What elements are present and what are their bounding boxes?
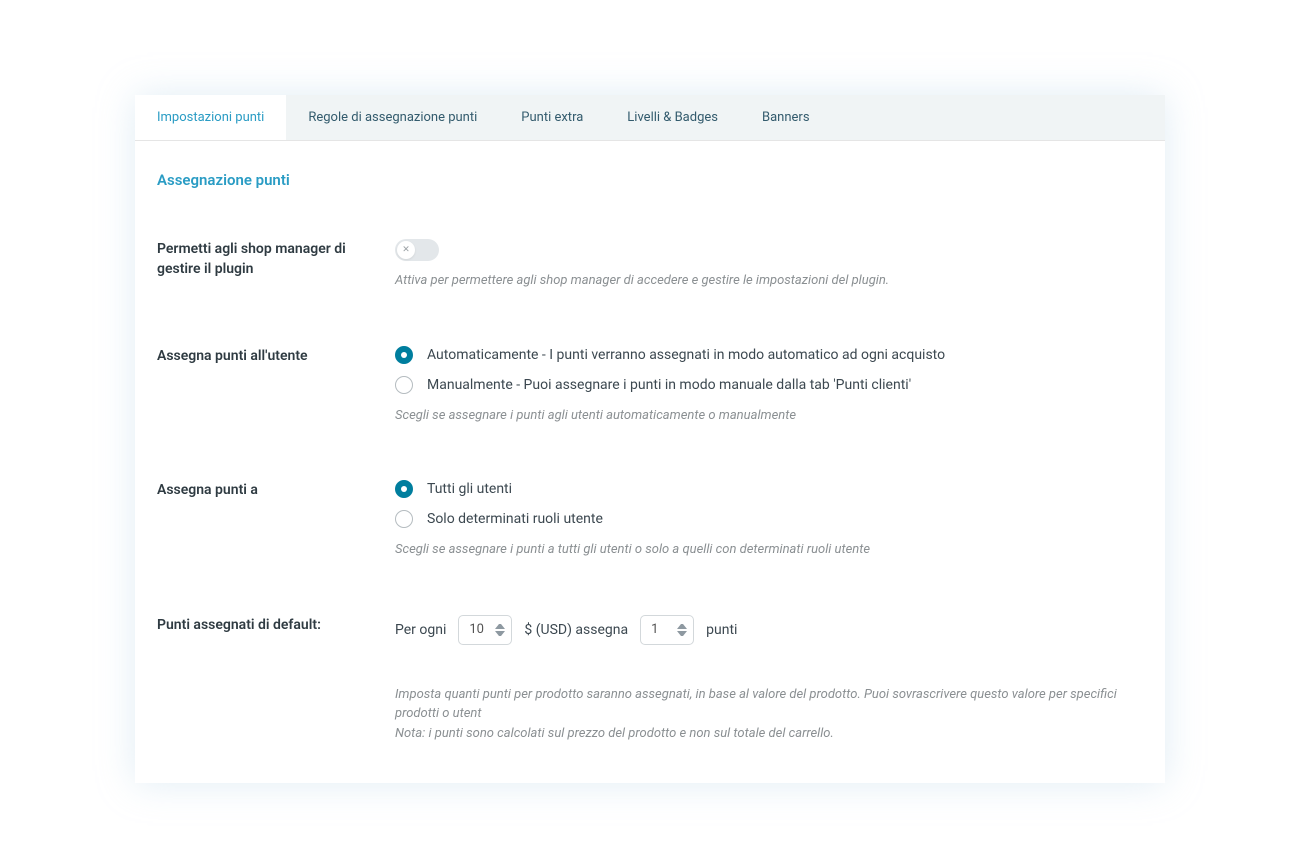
radio-icon — [395, 480, 413, 498]
help-shop-manager: Attiva per permettere agli shop manager … — [395, 271, 1143, 291]
radio-label-manual: Manualmente - Puoi assegnare i punti in … — [427, 377, 911, 393]
field-body-default-points: Per ogni 10 $ (USD) assegna 1 — [395, 615, 1143, 744]
input-points-value: 1 — [651, 622, 658, 637]
radio-icon — [395, 376, 413, 394]
radio-specific-roles[interactable]: Solo determinati ruoli utente — [395, 510, 1143, 528]
tab-banners[interactable]: Banners — [740, 95, 832, 140]
radio-label-all-users: Tutti gli utenti — [427, 481, 512, 497]
settings-panel: Impostazioni punti Regole di assegnazion… — [135, 95, 1165, 783]
field-assign-to: Assegna punti a Tutti gli utenti Solo de… — [157, 480, 1143, 560]
section-title: Assegnazione punti — [157, 171, 1143, 189]
field-label-shop-manager: Permetti agli shop manager di gestire il… — [157, 239, 395, 280]
help-default-line2: Nota: i punti sono calcolati sul prezzo … — [395, 724, 1143, 744]
radio-icon — [395, 346, 413, 364]
tab-punti-extra[interactable]: Punti extra — [499, 95, 605, 140]
spinner-points — [677, 621, 687, 639]
radio-label-specific-roles: Solo determinati ruoli utente — [427, 511, 603, 527]
tab-bar: Impostazioni punti Regole di assegnazion… — [135, 95, 1165, 141]
help-default-line1: Imposta quanti punti per prodotto sarann… — [395, 685, 1143, 724]
chevron-down-icon[interactable] — [495, 631, 505, 639]
field-body-assign-to: Tutti gli utenti Solo determinati ruoli … — [395, 480, 1143, 560]
default-points-controls: Per ogni 10 $ (USD) assegna 1 — [395, 615, 1143, 645]
toggle-shop-manager[interactable]: ✕ — [395, 239, 439, 261]
field-body-shop-manager: ✕ Attiva per permettere agli shop manage… — [395, 239, 1143, 291]
input-amount-value: 10 — [469, 622, 484, 637]
content-area: Assegnazione punti Permetti agli shop ma… — [135, 141, 1165, 783]
field-label-default-points: Punti assegnati di default: — [157, 615, 395, 635]
field-label-assign-user: Assegna punti all'utente — [157, 346, 395, 366]
text-punti: punti — [706, 622, 737, 638]
chevron-up-icon[interactable] — [495, 621, 505, 629]
tab-regole-assegnazione[interactable]: Regole di assegnazione punti — [286, 95, 499, 140]
tab-impostazioni-punti[interactable]: Impostazioni punti — [135, 95, 286, 140]
help-default-points: Imposta quanti punti per prodotto sarann… — [395, 685, 1143, 744]
field-assign-user: Assegna punti all'utente Automaticamente… — [157, 346, 1143, 426]
radio-all-users[interactable]: Tutti gli utenti — [395, 480, 1143, 498]
radio-icon — [395, 510, 413, 528]
field-default-points: Punti assegnati di default: Per ogni 10 … — [157, 615, 1143, 744]
spinner-amount — [495, 621, 505, 639]
field-shop-manager: Permetti agli shop manager di gestire il… — [157, 239, 1143, 291]
input-amount[interactable]: 10 — [458, 615, 512, 645]
chevron-down-icon[interactable] — [677, 631, 687, 639]
field-label-assign-to: Assegna punti a — [157, 480, 395, 500]
toggle-knob-off-icon: ✕ — [397, 241, 415, 259]
chevron-up-icon[interactable] — [677, 621, 687, 629]
field-body-assign-user: Automaticamente - I punti verranno asseg… — [395, 346, 1143, 426]
help-assign-to: Scegli se assegnare i punti a tutti gli … — [395, 540, 1143, 560]
radio-manual[interactable]: Manualmente - Puoi assegnare i punti in … — [395, 376, 1143, 394]
help-assign-user: Scegli se assegnare i punti agli utenti … — [395, 406, 1143, 426]
tab-livelli-badges[interactable]: Livelli & Badges — [605, 95, 740, 140]
input-points[interactable]: 1 — [640, 615, 694, 645]
text-per-ogni: Per ogni — [395, 622, 446, 638]
radio-label-automatic: Automaticamente - I punti verranno asseg… — [427, 347, 945, 363]
text-usd-assegna: $ (USD) assegna — [524, 622, 628, 638]
radio-automatic[interactable]: Automaticamente - I punti verranno asseg… — [395, 346, 1143, 364]
